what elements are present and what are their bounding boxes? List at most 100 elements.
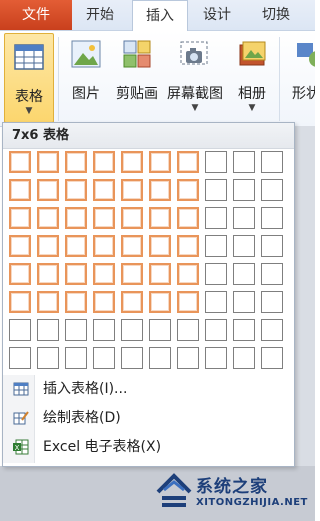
grid-cell[interactable]: [233, 347, 255, 369]
grid-cell[interactable]: [9, 235, 31, 257]
grid-cell[interactable]: [261, 151, 283, 173]
shapes-button[interactable]: 形状: [286, 31, 315, 123]
grid-cell[interactable]: [205, 207, 227, 229]
screenshot-button[interactable]: 屏幕截图 ▼: [163, 31, 227, 123]
grid-cell[interactable]: [261, 319, 283, 341]
grid-cell[interactable]: [233, 235, 255, 257]
grid-cell[interactable]: [149, 151, 171, 173]
tab-file[interactable]: 文件: [0, 0, 72, 30]
grid-cell[interactable]: [261, 291, 283, 313]
excel-spreadsheet-menu-item[interactable]: X Excel 电子表格(X): [3, 433, 294, 461]
grid-cell[interactable]: [233, 179, 255, 201]
grid-cell[interactable]: [261, 263, 283, 285]
grid-cell[interactable]: [233, 207, 255, 229]
grid-cell[interactable]: [9, 151, 31, 173]
tab-design[interactable]: 设计: [192, 0, 242, 30]
grid-cell[interactable]: [149, 263, 171, 285]
grid-cell[interactable]: [9, 319, 31, 341]
grid-cell[interactable]: [121, 151, 143, 173]
grid-cell[interactable]: [233, 151, 255, 173]
grid-cell[interactable]: [37, 319, 59, 341]
grid-cell[interactable]: [65, 347, 87, 369]
chevron-down-icon: ▼: [191, 103, 199, 113]
insert-table-menu-item[interactable]: 插入表格(I)...: [3, 375, 294, 403]
grid-cell[interactable]: [121, 263, 143, 285]
grid-cell[interactable]: [177, 235, 199, 257]
photo-album-button[interactable]: 相册 ▼: [232, 31, 272, 123]
table-button[interactable]: 表格 ▼: [4, 33, 54, 123]
grid-cell[interactable]: [65, 291, 87, 313]
grid-cell[interactable]: [9, 263, 31, 285]
grid-cell[interactable]: [177, 179, 199, 201]
grid-cell[interactable]: [261, 179, 283, 201]
grid-cell[interactable]: [65, 235, 87, 257]
grid-cell[interactable]: [205, 263, 227, 285]
grid-cell[interactable]: [37, 347, 59, 369]
grid-cell[interactable]: [9, 347, 31, 369]
grid-cell[interactable]: [93, 179, 115, 201]
grid-cell[interactable]: [93, 347, 115, 369]
grid-cell[interactable]: [177, 347, 199, 369]
grid-cell[interactable]: [9, 291, 31, 313]
grid-cell[interactable]: [233, 291, 255, 313]
grid-cell[interactable]: [65, 179, 87, 201]
grid-cell[interactable]: [9, 207, 31, 229]
grid-cell[interactable]: [93, 263, 115, 285]
insert-table-icon: [13, 382, 29, 396]
grid-cell[interactable]: [205, 347, 227, 369]
grid-cell[interactable]: [37, 291, 59, 313]
table-size-grid[interactable]: [9, 151, 294, 373]
picture-button[interactable]: 图片: [64, 31, 108, 123]
grid-cell[interactable]: [93, 319, 115, 341]
grid-cell[interactable]: [37, 207, 59, 229]
chevron-down-icon: ▼: [248, 103, 256, 113]
grid-cell[interactable]: [65, 207, 87, 229]
grid-cell[interactable]: [121, 235, 143, 257]
grid-cell[interactable]: [149, 291, 171, 313]
grid-cell[interactable]: [9, 179, 31, 201]
grid-cell[interactable]: [233, 319, 255, 341]
screenshot-button-label: 屏幕截图: [167, 86, 223, 102]
grid-cell[interactable]: [37, 179, 59, 201]
grid-cell[interactable]: [149, 235, 171, 257]
grid-cell[interactable]: [261, 235, 283, 257]
grid-cell[interactable]: [37, 235, 59, 257]
grid-cell[interactable]: [93, 235, 115, 257]
grid-cell[interactable]: [65, 151, 87, 173]
tab-home[interactable]: 开始: [76, 0, 124, 30]
tab-transitions[interactable]: 切换: [250, 0, 302, 30]
grid-cell[interactable]: [149, 319, 171, 341]
grid-cell[interactable]: [205, 235, 227, 257]
grid-cell[interactable]: [93, 151, 115, 173]
grid-cell[interactable]: [93, 291, 115, 313]
grid-cell[interactable]: [149, 207, 171, 229]
clipart-button[interactable]: 剪贴画: [112, 31, 162, 123]
grid-cell[interactable]: [261, 347, 283, 369]
grid-cell[interactable]: [205, 179, 227, 201]
grid-cell[interactable]: [93, 207, 115, 229]
grid-cell[interactable]: [121, 207, 143, 229]
grid-cell[interactable]: [233, 263, 255, 285]
grid-cell[interactable]: [177, 151, 199, 173]
grid-cell[interactable]: [261, 207, 283, 229]
grid-cell[interactable]: [205, 291, 227, 313]
grid-cell[interactable]: [121, 291, 143, 313]
grid-cell[interactable]: [177, 263, 199, 285]
tab-insert[interactable]: 插入: [132, 0, 188, 32]
grid-cell[interactable]: [177, 319, 199, 341]
grid-cell[interactable]: [65, 319, 87, 341]
draw-table-menu-item[interactable]: 绘制表格(D): [3, 404, 294, 432]
grid-cell[interactable]: [37, 263, 59, 285]
grid-cell[interactable]: [121, 347, 143, 369]
grid-cell[interactable]: [177, 207, 199, 229]
grid-cell[interactable]: [205, 319, 227, 341]
grid-cell[interactable]: [205, 151, 227, 173]
grid-cell[interactable]: [149, 347, 171, 369]
grid-cell[interactable]: [121, 179, 143, 201]
svg-text:X: X: [15, 444, 20, 452]
grid-cell[interactable]: [65, 263, 87, 285]
grid-cell[interactable]: [37, 151, 59, 173]
grid-cell[interactable]: [121, 319, 143, 341]
grid-cell[interactable]: [149, 179, 171, 201]
grid-cell[interactable]: [177, 291, 199, 313]
